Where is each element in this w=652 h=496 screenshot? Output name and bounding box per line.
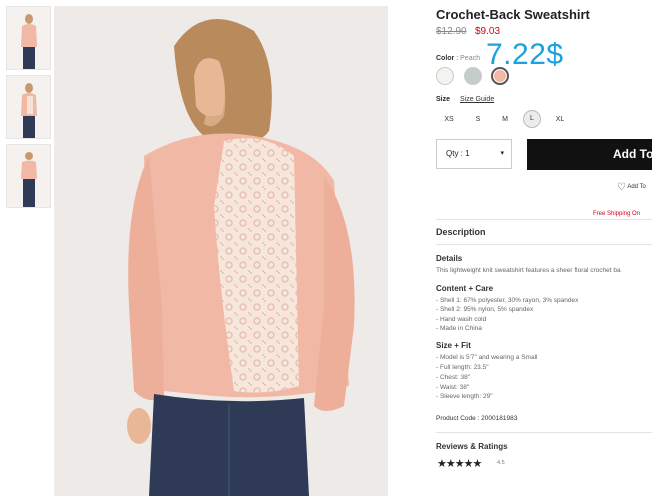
size-label: Size bbox=[436, 96, 451, 103]
product-code: Product Code : 2000181983 bbox=[436, 415, 518, 422]
original-price: $12.90 bbox=[436, 26, 467, 37]
divider bbox=[436, 219, 652, 220]
size-guide-link[interactable]: Size Guide bbox=[460, 96, 494, 103]
wishlist-link[interactable]: ♡ Add To bbox=[617, 182, 646, 193]
model-photo-icon bbox=[54, 6, 388, 496]
divider bbox=[436, 244, 652, 245]
sale-price: $9.03 bbox=[475, 26, 501, 37]
content-care-line: - Shell 2: 95% nylon, 5% spandex bbox=[436, 306, 534, 313]
thumbnail-list bbox=[6, 6, 51, 213]
size-fit-line: - Sleeve length: 29" bbox=[436, 393, 493, 400]
size-fit-line: - Model is 5'7" and wearing a Small bbox=[436, 354, 538, 361]
size-option-xl[interactable]: XL bbox=[551, 111, 569, 129]
size-fit-line: - Chest: 38" bbox=[436, 374, 471, 381]
product-title: Crochet-Back Sweatshirt bbox=[436, 7, 590, 22]
description-title[interactable]: Description bbox=[436, 227, 486, 237]
chevron-down-icon: ▾ bbox=[500, 150, 504, 157]
color-label-row: Color : Peach bbox=[436, 55, 480, 62]
thumbnail-figure-icon bbox=[21, 152, 37, 207]
size-option-l[interactable]: L bbox=[523, 110, 541, 128]
reviews-title[interactable]: Reviews & Ratings bbox=[436, 442, 508, 451]
quantity-select[interactable]: Qty : 1 ▾ bbox=[436, 139, 512, 169]
content-care-line: - Made in China bbox=[436, 325, 482, 332]
size-label-row: Size Size Guide bbox=[436, 96, 494, 103]
color-label: Color bbox=[436, 55, 455, 62]
color-swatch-peach[interactable] bbox=[491, 67, 509, 85]
wishlist-label: Add To bbox=[627, 184, 646, 190]
details-text: This lightweight knit sweatshirt feature… bbox=[436, 267, 621, 274]
thumbnail-2[interactable] bbox=[6, 75, 51, 139]
size-fit-title: Size + Fit bbox=[436, 341, 471, 350]
thumbnail-figure-icon bbox=[21, 14, 37, 69]
color-swatch-cream[interactable] bbox=[436, 67, 454, 85]
details-title: Details bbox=[436, 254, 463, 263]
thumbnail-figure-icon bbox=[21, 83, 37, 138]
content-care-title: Content + Care bbox=[436, 284, 494, 293]
quantity-label: Qty : 1 bbox=[446, 149, 470, 158]
color-selected-value: Peach bbox=[460, 55, 480, 62]
star-rating-icon: ★★★★★ bbox=[437, 458, 482, 470]
size-fit-line: - Full length: 23.5" bbox=[436, 364, 489, 371]
color-separator: : bbox=[456, 55, 459, 62]
add-to-bag-button[interactable]: Add To bbox=[527, 139, 652, 170]
color-swatch-sage[interactable] bbox=[464, 67, 482, 85]
main-product-image bbox=[54, 6, 388, 496]
size-option-xs[interactable]: XS bbox=[440, 111, 458, 129]
size-option-m[interactable]: M bbox=[496, 111, 514, 129]
thumbnail-3[interactable] bbox=[6, 144, 51, 208]
heart-icon: ♡ bbox=[617, 182, 626, 193]
thumbnail-1[interactable] bbox=[6, 6, 51, 70]
size-option-s[interactable]: S bbox=[469, 111, 487, 129]
rating-value: 4.5 bbox=[497, 460, 505, 466]
divider bbox=[436, 432, 652, 433]
free-shipping-note: Free Shipping On bbox=[593, 211, 641, 217]
